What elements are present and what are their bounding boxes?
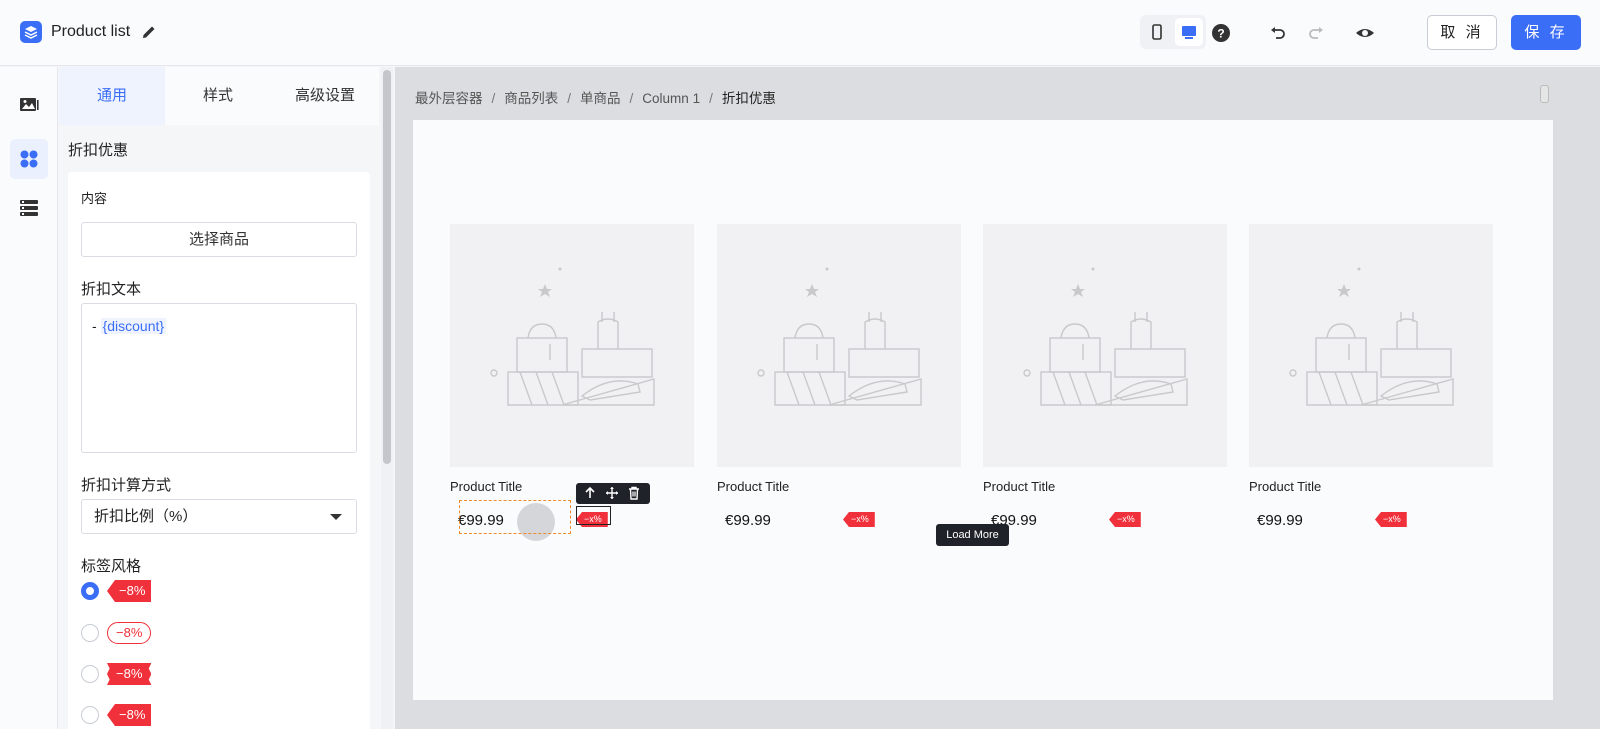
hovered-element-outline: [576, 506, 611, 525]
page-title: Product list: [51, 23, 131, 40]
settings-tabs: 通用 样式 高级设置: [59, 67, 379, 125]
content-label: 内容: [81, 191, 108, 206]
load-more-button[interactable]: Load More: [936, 524, 1009, 546]
tag-style-label: 标签风格: [81, 558, 142, 575]
tag-style-preview: −8%: [107, 704, 152, 726]
save-button[interactable]: 保 存: [1511, 15, 1581, 50]
device-switcher: [1140, 15, 1206, 49]
layers-icon: [20, 200, 38, 216]
discount-badge[interactable]: −x%: [843, 512, 875, 527]
delete-trash-icon: [629, 486, 639, 500]
discount-text-label: 折扣文本: [81, 281, 142, 298]
page-preview: Product Title €99.99 −x% Product Title €…: [413, 120, 1553, 700]
discount-text-prefix: -: [92, 318, 101, 334]
left-icon-rail: [0, 67, 58, 729]
breadcrumb-item[interactable]: 最外层容器: [415, 87, 483, 107]
settings-card: 内容 选择商品 折扣文本 - {discount} 折扣计算方式 折扣比例（%）…: [68, 172, 370, 729]
radio-button[interactable]: [81, 706, 99, 724]
redo-icon[interactable]: [1305, 22, 1327, 44]
settings-panel: 通用 样式 高级设置 折扣优惠 内容 选择商品 折扣文本 - {discount…: [59, 67, 392, 729]
canvas-scrollbar[interactable]: [1540, 85, 1549, 103]
product-image-placeholder: [1249, 224, 1493, 467]
product-title: Product Title: [450, 479, 523, 494]
section-title: 折扣优惠: [68, 142, 129, 159]
product-price: €99.99: [1257, 512, 1303, 529]
components-icon: [20, 150, 38, 168]
mobile-view-button[interactable]: [1143, 18, 1171, 46]
move-up-icon: [585, 486, 595, 498]
element-toolbar: [576, 483, 650, 504]
rail-item-media[interactable]: [10, 85, 48, 125]
calc-method-label: 折扣计算方式: [81, 477, 172, 494]
breadcrumb-item[interactable]: Column 1: [642, 91, 700, 106]
breadcrumb-item[interactable]: 单商品: [580, 87, 621, 107]
drag-move-icon: [606, 487, 618, 499]
top-bar: Product list ? 取 消 保 存: [0, 0, 1600, 66]
select-product-button[interactable]: 选择商品: [81, 222, 357, 257]
product-title: Product Title: [983, 479, 1056, 494]
radio-button[interactable]: [81, 582, 99, 600]
discount-variable-token: {discount}: [100, 318, 167, 334]
product-title: Product Title: [1249, 479, 1322, 494]
editor-canvas: 最外层容器 / 商品列表 / 单商品 / Column 1/折扣优惠 Produ…: [395, 67, 1600, 729]
app-logo-icon: [20, 21, 42, 43]
image-icon: [20, 98, 39, 111]
svg-text:?: ?: [1217, 27, 1224, 41]
rail-item-components[interactable]: [10, 139, 48, 179]
tag-style-preview: −8%: [107, 622, 152, 644]
tab-general[interactable]: 通用: [59, 67, 165, 125]
panel-scrollbar[interactable]: [383, 70, 391, 464]
preview-eye-icon[interactable]: [1354, 22, 1376, 44]
undo-icon[interactable]: [1267, 22, 1289, 44]
product-title: Product Title: [717, 479, 790, 494]
cancel-button[interactable]: 取 消: [1427, 15, 1497, 50]
product-image-placeholder: [717, 224, 961, 467]
rail-item-layers[interactable]: [10, 188, 48, 228]
chevron-down-icon: [330, 514, 342, 520]
product-image-placeholder: [450, 224, 694, 467]
help-icon[interactable]: ?: [1210, 22, 1232, 44]
product-price: €99.99: [725, 512, 771, 529]
radio-button[interactable]: [81, 624, 99, 642]
radio-button[interactable]: [81, 665, 99, 683]
tag-style-preview: −8%: [107, 580, 152, 602]
breadcrumb-current: 折扣优惠: [721, 91, 776, 106]
discount-text-editor[interactable]: - {discount}: [81, 303, 357, 453]
product-image-placeholder: [983, 224, 1227, 467]
tab-advanced[interactable]: 高级设置: [271, 67, 379, 125]
calc-method-value: 折扣比例（%）: [94, 508, 198, 525]
discount-badge[interactable]: −x%: [1109, 512, 1141, 527]
breadcrumb-item[interactable]: 商品列表: [504, 87, 558, 107]
calc-method-select[interactable]: 折扣比例（%）: [81, 499, 357, 534]
discount-badge[interactable]: −x%: [1375, 512, 1407, 527]
tag-style-preview: −8%: [107, 663, 152, 685]
tab-style[interactable]: 样式: [165, 67, 271, 125]
breadcrumb: 最外层容器 / 商品列表 / 单商品 / Column 1/折扣优惠: [415, 87, 776, 107]
desktop-view-button[interactable]: [1175, 18, 1203, 46]
edit-title-icon[interactable]: [140, 23, 158, 41]
selected-element-outline: [459, 500, 571, 534]
